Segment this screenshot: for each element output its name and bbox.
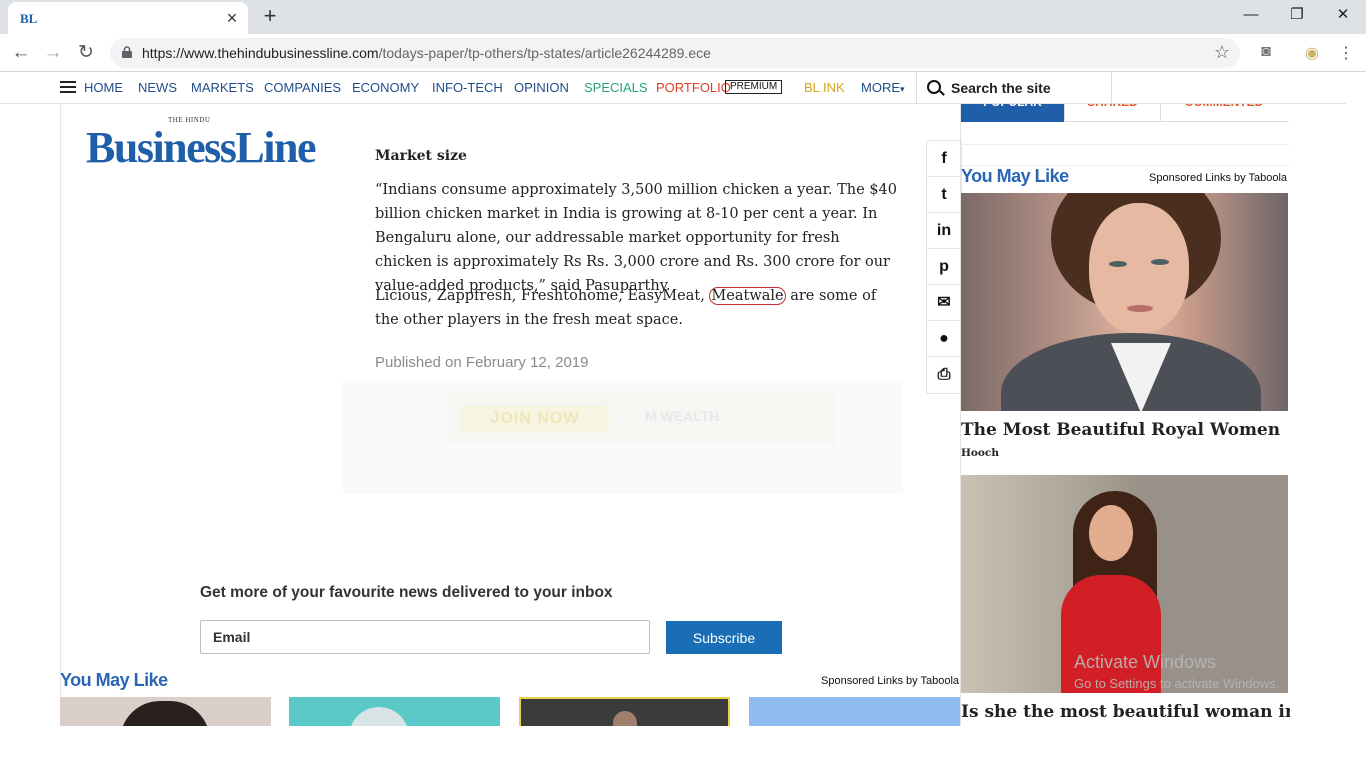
published-date: Published on February 12, 2019 — [375, 354, 589, 371]
nav-info-tech[interactable]: INFO-TECH — [432, 80, 503, 95]
recommendation-caption[interactable]: The Most Beautiful Royal Women — [961, 420, 1280, 440]
nav-home[interactable]: HOME — [84, 80, 123, 95]
recommendation-thumbnail[interactable] — [60, 697, 271, 726]
logo-businessline: BusinessLine — [86, 123, 316, 172]
camera-icon[interactable]: ◙ — [1256, 43, 1276, 63]
nav-more[interactable]: MORE▾ — [861, 80, 905, 95]
profile-avatar-icon[interactable]: ◉ — [1302, 43, 1322, 63]
recommendation-thumbnail[interactable] — [289, 697, 500, 726]
page-content: THE HINDU BusinessLine Market size “Indi… — [60, 104, 1290, 726]
tab-popular[interactable]: POPULAR — [961, 104, 1065, 122]
recommendation-caption[interactable]: Is she the most beautiful woman in the — [961, 702, 1290, 722]
meatwale-link[interactable]: Meatwale — [709, 287, 786, 305]
you-may-like-heading: You May Like — [60, 670, 168, 690]
browser-tab[interactable]: BL × — [8, 2, 248, 34]
browser-toolbar: ← → ↻ https://www.thehindubusinessline.c… — [0, 34, 1366, 72]
pinterest-icon[interactable]: p — [927, 249, 961, 285]
new-tab-icon[interactable]: + — [258, 4, 282, 28]
search-placeholder[interactable]: Search the site — [951, 80, 1051, 96]
nav-markets[interactable]: MARKETS — [191, 80, 254, 95]
tab-commented[interactable]: COMMENTED — [1161, 104, 1287, 122]
comment-icon[interactable]: ● — [927, 321, 961, 357]
popular-tabs: POPULAR SHARED COMMENTED — [961, 104, 1289, 122]
window-close-icon[interactable]: ✕ — [1320, 0, 1366, 30]
rail-divider — [961, 144, 1289, 166]
sponsored-links-label[interactable]: Sponsored Links by Taboola — [1149, 172, 1287, 184]
back-arrow-icon[interactable]: ← — [8, 41, 34, 65]
twitter-icon[interactable]: t — [927, 177, 961, 213]
share-toolbar: f t in p ✉ ● ⎙ — [926, 140, 962, 394]
site-favicon-icon: BL — [20, 11, 38, 26]
reload-icon[interactable]: ↻ — [73, 41, 99, 65]
nav-specials[interactable]: SPECIALS — [584, 80, 648, 95]
print-icon[interactable]: ⎙ — [927, 357, 961, 393]
forward-arrow-icon[interactable]: → — [40, 41, 66, 65]
site-navigation: HOME NEWS MARKETS COMPANIES ECONOMY INFO… — [0, 72, 1346, 104]
newsletter-email-input[interactable] — [200, 620, 650, 654]
ad-join-button[interactable]: JOIN NOW — [461, 406, 609, 432]
search-icon — [927, 80, 941, 94]
recommendation-thumbnail[interactable] — [519, 697, 730, 726]
subscribe-button[interactable]: Subscribe — [666, 621, 782, 654]
advertisement[interactable]: JOIN NOW M WEALTH — [343, 380, 903, 494]
nav-opinion[interactable]: OPINION — [514, 80, 569, 95]
newsletter-title: Get more of your favourite news delivere… — [200, 584, 613, 601]
hamburger-menu-icon[interactable] — [60, 81, 76, 93]
article-paragraph: Licious, Zappfresh, Freshtohome, EasyMea… — [375, 287, 877, 328]
linkedin-icon[interactable]: in — [927, 213, 961, 249]
right-rail: POPULAR SHARED COMMENTED You May Like Sp… — [960, 104, 1290, 726]
lock-icon — [122, 46, 132, 58]
chevron-down-icon: ▾ — [900, 84, 905, 94]
article-subheading: Market size — [375, 148, 467, 164]
facebook-icon[interactable]: f — [927, 141, 961, 177]
window-restore-icon[interactable]: ❐ — [1274, 0, 1320, 30]
recommendation-thumbnail[interactable] — [749, 697, 960, 726]
recommendation-source: Hooch — [961, 447, 999, 459]
url-text: https://www.thehindubusinessline.com/tod… — [142, 45, 711, 61]
browser-tab-strip: BL × + — ❐ ✕ — [0, 0, 1366, 34]
ad-banner[interactable]: JOIN NOW M WEALTH — [449, 392, 835, 444]
windows-activation-watermark: Activate Windows Go to Settings to activ… — [1074, 652, 1280, 691]
nav-bl-ink[interactable]: BL INK — [804, 80, 845, 95]
email-icon[interactable]: ✉ — [927, 285, 961, 321]
premium-badge[interactable]: PREMIUM — [725, 80, 783, 94]
article-paragraph: “Indians consume approximately 3,500 mil… — [375, 182, 897, 294]
nav-economy[interactable]: ECONOMY — [352, 80, 419, 95]
window-minimize-icon[interactable]: — — [1228, 0, 1274, 30]
address-bar[interactable]: https://www.thehindubusinessline.com/tod… — [110, 38, 1240, 68]
nav-news[interactable]: NEWS — [138, 80, 177, 95]
site-search[interactable]: Search the site — [916, 72, 1112, 104]
ad-brand: M WEALTH — [645, 408, 720, 424]
sponsored-links-label[interactable]: Sponsored Links by Taboola — [821, 675, 959, 687]
tab-shared[interactable]: SHARED — [1065, 104, 1161, 122]
browser-menu-icon[interactable]: ⋮ — [1336, 43, 1356, 63]
bookmark-star-icon[interactable]: ☆ — [1214, 42, 1230, 63]
nav-companies[interactable]: COMPANIES — [264, 80, 341, 95]
recommendation-image[interactable] — [961, 193, 1288, 411]
tab-close-icon[interactable]: × — [222, 8, 242, 28]
you-may-like-heading: You May Like — [961, 166, 1069, 186]
nav-portfolio[interactable]: PORTFOLIO — [656, 80, 731, 95]
